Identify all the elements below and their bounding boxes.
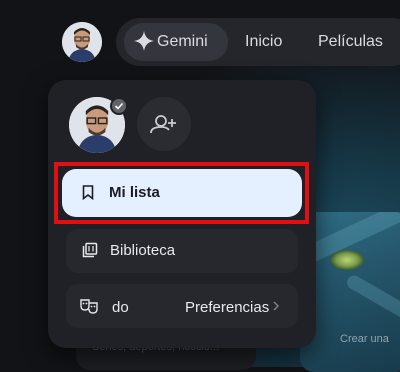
add-person-icon — [150, 115, 176, 134]
avatar-image — [62, 22, 102, 62]
bookmark-icon — [82, 185, 94, 200]
chevron-right-icon — [273, 301, 279, 311]
menu-item-biblioteca[interactable] — [66, 229, 298, 273]
cat-eye-art — [330, 250, 364, 270]
gemini-label[interactable]: Gemini — [157, 18, 208, 66]
menu-item-partial-label: do — [112, 299, 129, 316]
nav-item-peliculas[interactable]: Películas — [318, 18, 383, 66]
nav-item-inicio[interactable]: Inicio — [245, 18, 282, 66]
profile-avatar[interactable] — [62, 22, 102, 62]
menu-item-label: Mi lista — [109, 184, 160, 201]
add-profile-button[interactable] — [137, 97, 191, 151]
gemini-sparkle-icon — [134, 31, 154, 51]
theater-masks-icon — [80, 299, 98, 314]
menu-item-mi-lista[interactable] — [62, 169, 302, 217]
content-card-cat-caption: Crear una — [340, 333, 389, 345]
menu-item-label: Biblioteca — [110, 242, 176, 259]
preferences-label: Preferencias — [185, 299, 270, 316]
selected-check-icon — [110, 97, 128, 115]
library-icon — [82, 242, 98, 258]
